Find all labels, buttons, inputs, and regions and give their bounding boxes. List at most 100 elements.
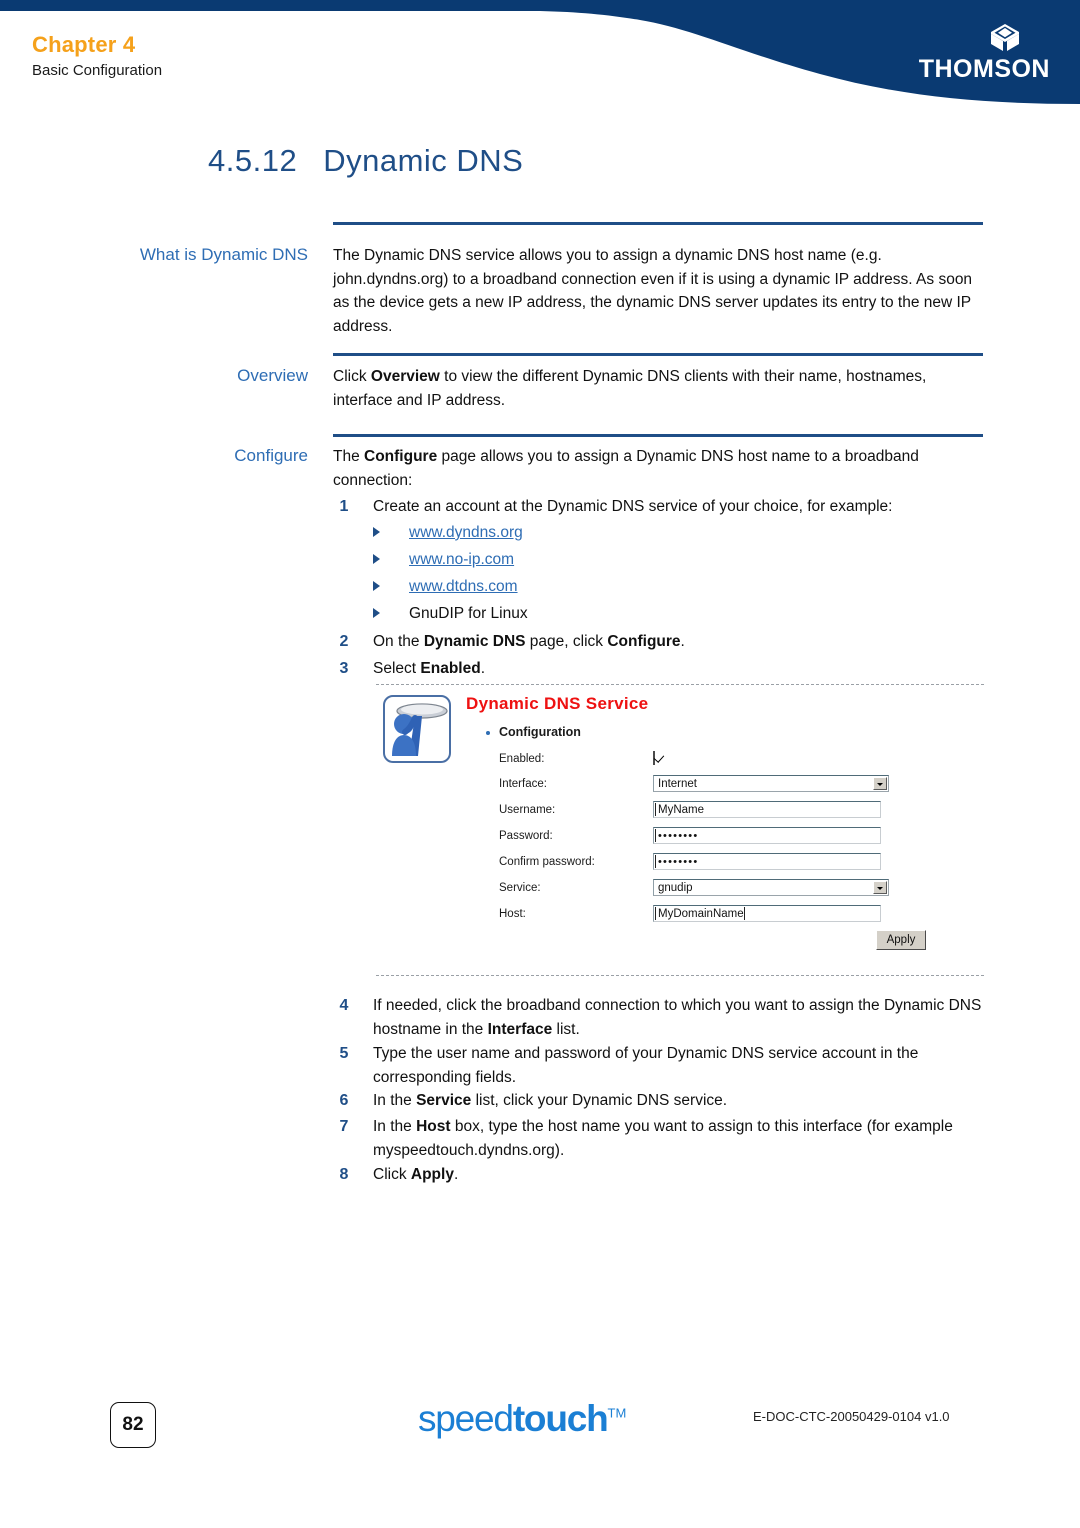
configure-bold-configure: Configure [364,448,438,465]
host-value: MyDomainName [658,908,744,920]
text-caret [744,907,745,920]
speedtouch-logo-speed: speed [418,1398,514,1439]
step-8-bold-apply: Apply [410,1166,454,1183]
step-4-number: 4 [339,997,349,1014]
host-label: Host: [499,908,526,920]
enabled-checkbox[interactable] [653,751,655,765]
section-paragraph-what-is-dynamic-dns: The Dynamic DNS service allows you to as… [333,247,973,335]
step-6: 6 In the Service list, click your Dynami… [333,1089,985,1113]
chevron-down-icon[interactable] [873,881,887,894]
text-caret [655,829,656,842]
apply-button[interactable]: Apply [876,930,926,950]
section-label-what-is-dynamic-dns: What is Dynamic DNS [139,245,308,264]
password-label: Password: [499,830,553,842]
username-value: MyName [658,804,705,816]
interface-select[interactable]: Internet [653,775,889,792]
interface-value: Internet [658,778,697,790]
thomson-wordmark: THOMSON [918,55,1050,83]
bullet-dyndns-label[interactable]: www.dyndns.org [409,522,523,544]
bullet-dtdns[interactable]: www.dtdns.com [373,576,518,598]
host-input[interactable]: MyDomainName [653,905,881,922]
bullet-dot-icon [486,731,490,735]
step-3-a: Select [373,660,421,677]
section-rule-2 [333,353,983,356]
step-7-text: In the Host box, type the host name you … [373,1115,985,1162]
text-caret [655,907,656,920]
triangle-bullet-icon [373,554,380,564]
step-2: 2 On the Dynamic DNS page, click Configu… [333,630,985,654]
chevron-down-icon[interactable] [873,777,887,790]
screenshot-divider-bottom [376,975,984,976]
password-input[interactable]: •••••••• [653,827,881,844]
triangle-bullet-icon [373,581,380,591]
username-label: Username: [499,804,556,816]
dns-service-icon [382,694,454,766]
interface-label: Interface: [499,778,547,790]
section-paragraph-overview: Click Overview to view the different Dyn… [333,365,985,412]
step-2-d: . [680,633,685,650]
step-2-c: page, click [525,633,608,650]
step-2-number: 2 [339,633,349,650]
step-8-c: . [453,1166,459,1183]
step-4: 4 If needed, click the broadband connect… [333,994,985,1041]
enabled-label: Enabled: [499,753,545,765]
password-value: •••••••• [658,830,699,842]
step-8-number: 8 [339,1166,349,1183]
step-6-text: In the Service list, click your Dynamic … [373,1089,985,1113]
overview-bold-overview: Overview [370,368,440,385]
section-rule-3 [333,434,983,437]
screenshot-divider-top [376,684,984,685]
username-input[interactable]: MyName [653,801,881,818]
step-6-number: 6 [339,1092,349,1109]
screenshot-section-heading: Configuration [499,725,581,739]
confirm-password-input[interactable]: •••••••• [653,853,881,870]
step-8: 8 Click Apply. [333,1163,985,1187]
step-7-c: box, type the host name you want to assi… [373,1118,953,1159]
step-4-c: list. [552,1020,580,1038]
page-header: THOMSON Chapter 4 Basic Configuration [0,0,1080,110]
step-7-a: In the [373,1118,417,1135]
step-3-bold-enabled: Enabled [420,660,481,677]
triangle-bullet-icon [373,608,380,618]
step-1: 1 Create an account at the Dynamic DNS s… [333,495,985,519]
page-title-text: Dynamic DNS [323,143,524,178]
step-7-number: 7 [339,1118,349,1135]
bullet-noip-label[interactable]: www.no-ip.com [409,549,514,571]
step-3-c: . [480,660,485,677]
step-5-text: Type the user name and password of your … [373,1045,919,1086]
section-rule-1 [333,222,983,225]
step-2-bold-configure: Configure [607,633,681,650]
step-8-text: Click Apply. [373,1163,985,1187]
section-label-overview: Overview [237,366,308,385]
section-paragraph-configure: The Configure page allows you to assign … [333,445,985,492]
step-6-a: In the [373,1092,417,1109]
chapter-subtitle: Basic Configuration [32,62,163,79]
page-title: 4.5.12 Dynamic DNS [208,143,523,179]
bullet-dtdns-label[interactable]: www.dtdns.com [409,576,518,598]
bullet-dyndns[interactable]: www.dyndns.org [373,522,523,544]
step-5-number: 5 [339,1045,349,1062]
thomson-logo-icon [988,22,1022,54]
step-5: 5 Type the user name and password of you… [333,1042,985,1089]
service-label: Service: [499,882,541,894]
text-caret [655,855,656,868]
bullet-noip[interactable]: www.no-ip.com [373,549,514,571]
speedtouch-logo: speedtouchTM [418,1398,626,1440]
confirm-password-label: Confirm password: [499,856,595,868]
step-2-text: On the Dynamic DNS page, click Configure… [373,630,985,654]
section-label-configure: Configure [234,446,308,465]
page-title-number: 4.5.12 [208,143,298,178]
step-2-bold-dynamic-dns: Dynamic DNS [423,633,526,650]
step-6-bold-service: Service [416,1092,472,1109]
text-caret [655,803,656,816]
step-7-bold-host: Host [416,1118,451,1135]
step-1-number: 1 [339,498,349,515]
page-number-box: 82 [110,1402,156,1448]
bullet-gnudip: GnuDIP for Linux [373,603,528,625]
step-2-a: On the [373,633,424,650]
step-8-a: Click [373,1166,411,1183]
step-3-text: Select Enabled. [373,657,985,681]
embedded-screenshot: Dynamic DNS Service Configuration Enable… [376,684,984,976]
service-select[interactable]: gnudip [653,879,889,896]
step-7: 7 In the Host box, type the host name yo… [333,1115,985,1162]
